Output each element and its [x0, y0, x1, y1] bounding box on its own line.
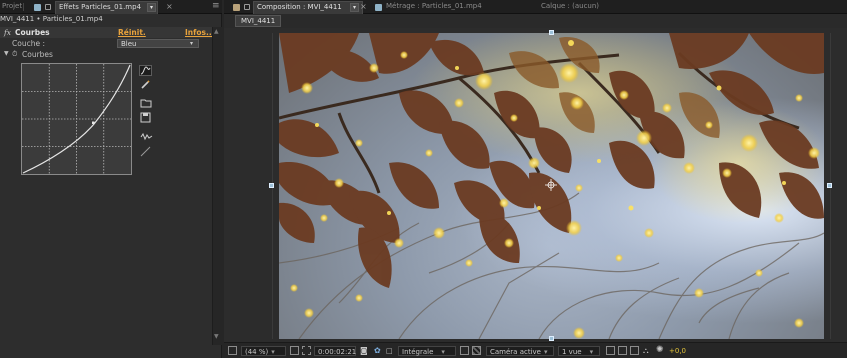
close-icon[interactable]: × — [360, 2, 367, 11]
folder-open-icon[interactable] — [140, 98, 153, 109]
channel-label: Couche : — [12, 39, 45, 48]
tab-composition-label: Composition : MVI_4411 — [257, 3, 342, 11]
frame-handle-right[interactable] — [827, 183, 832, 188]
curve-point[interactable] — [92, 121, 95, 125]
save-icon[interactable] — [140, 112, 153, 123]
chevron-down-icon: ▾ — [543, 348, 548, 356]
chevron-down-icon: ▾ — [271, 348, 275, 356]
tab-project[interactable]: Projet — [2, 2, 22, 10]
curves-property-label: Courbes — [22, 50, 53, 59]
chevron-down-icon: ▾ — [441, 348, 445, 356]
camera-select[interactable]: Caméra active ▾ — [486, 346, 554, 356]
composition-frame[interactable] — [279, 33, 824, 339]
twirl-down-icon[interactable]: ▼ — [4, 50, 9, 57]
breadcrumb: MVI_4411 • Particles_01.mp4 — [0, 15, 103, 23]
comp-breadcrumb-tab[interactable]: MVI_4411 — [235, 15, 282, 27]
pencil-icon[interactable] — [140, 79, 153, 90]
frame-handle-bottom[interactable] — [549, 336, 554, 341]
expose-icon[interactable]: ✺ — [656, 345, 664, 355]
camera-icon[interactable]: ◙ — [360, 346, 368, 356]
curves-property-row: ▼ ⏱ Courbes — [0, 49, 212, 60]
channel-value: Bleu — [121, 40, 137, 48]
tab-footage[interactable]: Métrage : Particles_01.mp4 — [386, 2, 482, 10]
resolution-select[interactable]: Intégrale ▾ — [398, 346, 456, 356]
curves-graph[interactable] — [21, 63, 132, 175]
camera-value: Caméra active — [490, 348, 541, 356]
zoom-value: (44 %) — [245, 348, 269, 356]
channel-row: Couche : Bleu ▾ — [0, 38, 212, 49]
video-frame-image — [279, 33, 824, 339]
fast-previews-icon[interactable] — [460, 346, 469, 355]
viewer-toolbar: (44 %) ▾ 0:00:02:21 ◙ ✿ □ Intégrale ▾ Camé… — [224, 342, 847, 358]
tab-composition[interactable]: Composition : MVI_4411 ▾ — [253, 1, 363, 14]
composition-icon — [233, 4, 240, 11]
reset-link[interactable]: Réinit. — [118, 28, 146, 37]
panel-menu-icon[interactable]: ≡ — [212, 1, 220, 11]
chevron-down-icon: ▾ — [190, 40, 194, 47]
tab-effects-label: Effets Particles_01.mp4 — [59, 3, 142, 11]
footage-icon — [375, 4, 382, 11]
chevron-down-icon: ▾ — [589, 348, 594, 356]
scroll-down-icon[interactable]: ▼ — [214, 333, 219, 340]
color-wheel-icon[interactable]: ✿ — [374, 346, 381, 356]
color-swatch-icon[interactable]: □ — [386, 346, 393, 356]
scroll-up-icon[interactable]: ▲ — [214, 28, 219, 35]
timecode-value: 0:00:02:21 — [318, 348, 357, 356]
menu-arrow-icon[interactable]: ▾ — [350, 3, 359, 12]
region-of-interest-icon[interactable] — [302, 346, 311, 355]
tab-layer[interactable]: Calque : (aucun) — [541, 2, 599, 10]
curves-graph-svg — [22, 64, 131, 174]
effects-scrollbar[interactable]: ▲ ▼ — [212, 27, 222, 345]
left-tab-bar: Projet Effets Particles_01.mp4 ▾ × ≡ — [0, 0, 222, 14]
exposure-value[interactable]: +0,0 — [669, 346, 686, 356]
fx-icon[interactable]: fx — [4, 28, 11, 37]
right-tab-bar: Composition : MVI_4411 ▾ × Métrage : Par… — [224, 0, 847, 14]
timecode-field[interactable]: 0:00:02:21 — [314, 346, 356, 356]
always-preview-icon[interactable] — [228, 346, 237, 355]
info-link[interactable]: Infos... — [185, 28, 215, 37]
linear-icon[interactable] — [140, 146, 153, 157]
tab-effects[interactable]: Effets Particles_01.mp4 ▾ — [55, 1, 158, 14]
frame-handle-top[interactable] — [549, 30, 554, 35]
render-icon[interactable] — [630, 346, 639, 355]
pixel-aspect-icon[interactable] — [618, 346, 627, 355]
effect-header-row: fx Courbes Réinit. Infos... — [0, 27, 215, 38]
stopwatch-icon[interactable]: ⏱ — [12, 50, 17, 59]
effect-name[interactable]: Courbes — [15, 28, 50, 37]
safe-zones-icon[interactable] — [290, 346, 299, 355]
tab-divider — [23, 3, 24, 11]
lock-icon[interactable] — [45, 4, 51, 10]
views-value: 1 vue — [562, 348, 582, 356]
frame-handle-left[interactable] — [269, 183, 274, 188]
menu-arrow-icon[interactable]: ▾ — [147, 3, 156, 12]
effects-panel-icon — [34, 4, 41, 11]
views-select[interactable]: 1 vue ▾ — [558, 346, 600, 356]
flowchart-icon[interactable]: ⛬ — [643, 346, 649, 356]
close-icon[interactable]: × — [166, 2, 173, 11]
resolution-value: Intégrale — [402, 348, 434, 356]
lock-icon[interactable] — [244, 4, 250, 10]
smooth-icon[interactable] — [140, 132, 153, 143]
transparency-grid-icon[interactable] — [472, 346, 481, 355]
curve-tool-icon[interactable] — [139, 65, 152, 76]
zoom-select[interactable]: (44 %) ▾ — [241, 346, 286, 356]
channel-select[interactable]: Bleu ▾ — [117, 39, 199, 48]
grid-icon[interactable] — [606, 346, 615, 355]
